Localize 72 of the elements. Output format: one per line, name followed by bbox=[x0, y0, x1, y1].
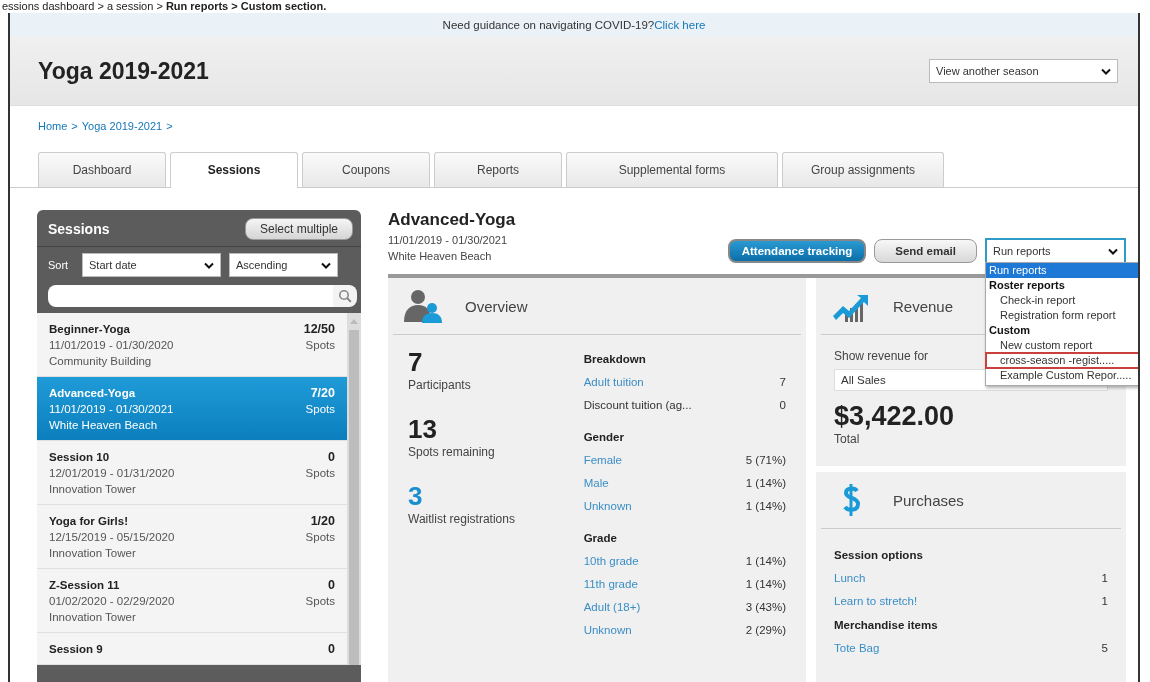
panel-title: Purchases bbox=[893, 491, 964, 509]
dollar-icon bbox=[841, 482, 861, 518]
breakdown-value: 1 (14%) bbox=[745, 554, 786, 569]
tab[interactable]: Supplemental forms bbox=[566, 152, 778, 187]
menu-item[interactable]: Check-in report bbox=[986, 293, 1138, 308]
banner-text: Need guidance on navigating COVID-19? bbox=[442, 19, 655, 31]
breakdown-value: 2 (29%) bbox=[745, 623, 786, 638]
panel-title: Overview bbox=[465, 297, 528, 315]
session-title: Advanced-Yoga bbox=[388, 210, 516, 230]
total-label: Total bbox=[834, 432, 860, 446]
tab[interactable]: Coupons bbox=[302, 152, 430, 187]
breakdown-value: 1 (14%) bbox=[745, 476, 786, 491]
people-icon bbox=[403, 288, 443, 324]
tab[interactable]: Sessions bbox=[170, 152, 298, 188]
menu-item[interactable]: Run reports bbox=[986, 263, 1138, 278]
section-heading: Merchandise items bbox=[834, 619, 939, 631]
chevron-down-icon bbox=[321, 261, 331, 269]
chevron-down-icon bbox=[1101, 67, 1111, 75]
season-title: Yoga 2019-2021 bbox=[38, 57, 209, 85]
purchase-count: 5 bbox=[1101, 641, 1108, 656]
attendance-button[interactable]: Attendance tracking bbox=[727, 239, 867, 263]
purchase-count: 1 bbox=[1101, 594, 1108, 609]
breadcrumb-link[interactable]: Yoga 2019-2021 bbox=[81, 120, 163, 132]
select-multiple-button[interactable]: Select multiple bbox=[244, 218, 353, 240]
scrollbar[interactable] bbox=[347, 313, 361, 665]
chevron-down-icon bbox=[1108, 247, 1118, 255]
revenue-filter-label: Show revenue for bbox=[834, 349, 929, 363]
session-location: White Heaven Beach bbox=[388, 249, 493, 264]
purchase-count: 1 bbox=[1101, 571, 1108, 586]
section-heading: Breakdown bbox=[583, 353, 647, 365]
section-heading: Session options bbox=[834, 549, 924, 561]
panel-title: Sessions bbox=[48, 221, 110, 237]
stat-label: Participants bbox=[408, 378, 472, 392]
breakdown-value: 5 (71%) bbox=[745, 453, 786, 468]
breakdown-value: 1 (14%) bbox=[745, 499, 786, 514]
tab[interactable]: Reports bbox=[434, 152, 562, 187]
email-button[interactable]: Send email bbox=[874, 239, 977, 263]
menu-item[interactable]: Registration form report bbox=[986, 308, 1138, 323]
stat-value: 7 bbox=[408, 347, 424, 378]
stat-label: Waitlist registrations bbox=[408, 512, 516, 526]
section-heading: Grade bbox=[583, 532, 618, 544]
sort-label: Sort bbox=[48, 259, 70, 271]
breadcrumb-link[interactable]: Home bbox=[38, 120, 68, 132]
menu-item[interactable]: New custom report bbox=[986, 338, 1138, 353]
session-dates: 11/01/2019 - 01/30/2021 bbox=[388, 233, 509, 248]
breakdown-label: Discount tuition (ag... bbox=[583, 398, 692, 413]
breadcrumb-separator: > bbox=[166, 120, 173, 132]
revenue-amount: $3,422.00 bbox=[834, 401, 956, 432]
section-heading: Gender bbox=[583, 431, 625, 443]
breakdown-value: 0 bbox=[779, 398, 786, 413]
breakdown-value: 7 bbox=[779, 375, 786, 390]
run-reports-select[interactable]: Run reports bbox=[985, 238, 1126, 264]
chevron-down-icon bbox=[204, 261, 214, 269]
breadcrumb-separator: > bbox=[71, 120, 78, 132]
caption-text: essions dashboard > a session > Run reports > Custom section. bbox=[1, 0, 327, 13]
menu-item[interactable]: cross-season -regist..... bbox=[986, 353, 1138, 368]
scroll-up-icon[interactable] bbox=[350, 319, 358, 324]
breakdown-value: 1 (14%) bbox=[745, 577, 786, 592]
session-list-item[interactable]: Session 9 0 bbox=[37, 633, 347, 665]
tab[interactable]: Group assignments bbox=[782, 152, 944, 187]
stat-value: 13 bbox=[408, 414, 438, 445]
session-list-item[interactable]: Advanced-Yoga 11/01/2019 - 01/30/2021 White Heaven Beach 7/20 Spots bbox=[37, 377, 347, 441]
sort-order-select[interactable]: Ascending bbox=[229, 253, 338, 277]
breakdown-value: 3 (43%) bbox=[745, 600, 786, 615]
sort-field-select[interactable]: Start date bbox=[82, 253, 221, 277]
search-icon[interactable] bbox=[333, 285, 357, 307]
banner-link[interactable]: Click here bbox=[654, 19, 706, 31]
panel-title: Revenue bbox=[893, 297, 954, 315]
season-select[interactable]: View another season bbox=[929, 59, 1118, 83]
search-field[interactable] bbox=[48, 285, 333, 307]
stat-label: Spots remaining bbox=[408, 445, 496, 459]
tab[interactable]: Dashboard bbox=[38, 152, 166, 187]
